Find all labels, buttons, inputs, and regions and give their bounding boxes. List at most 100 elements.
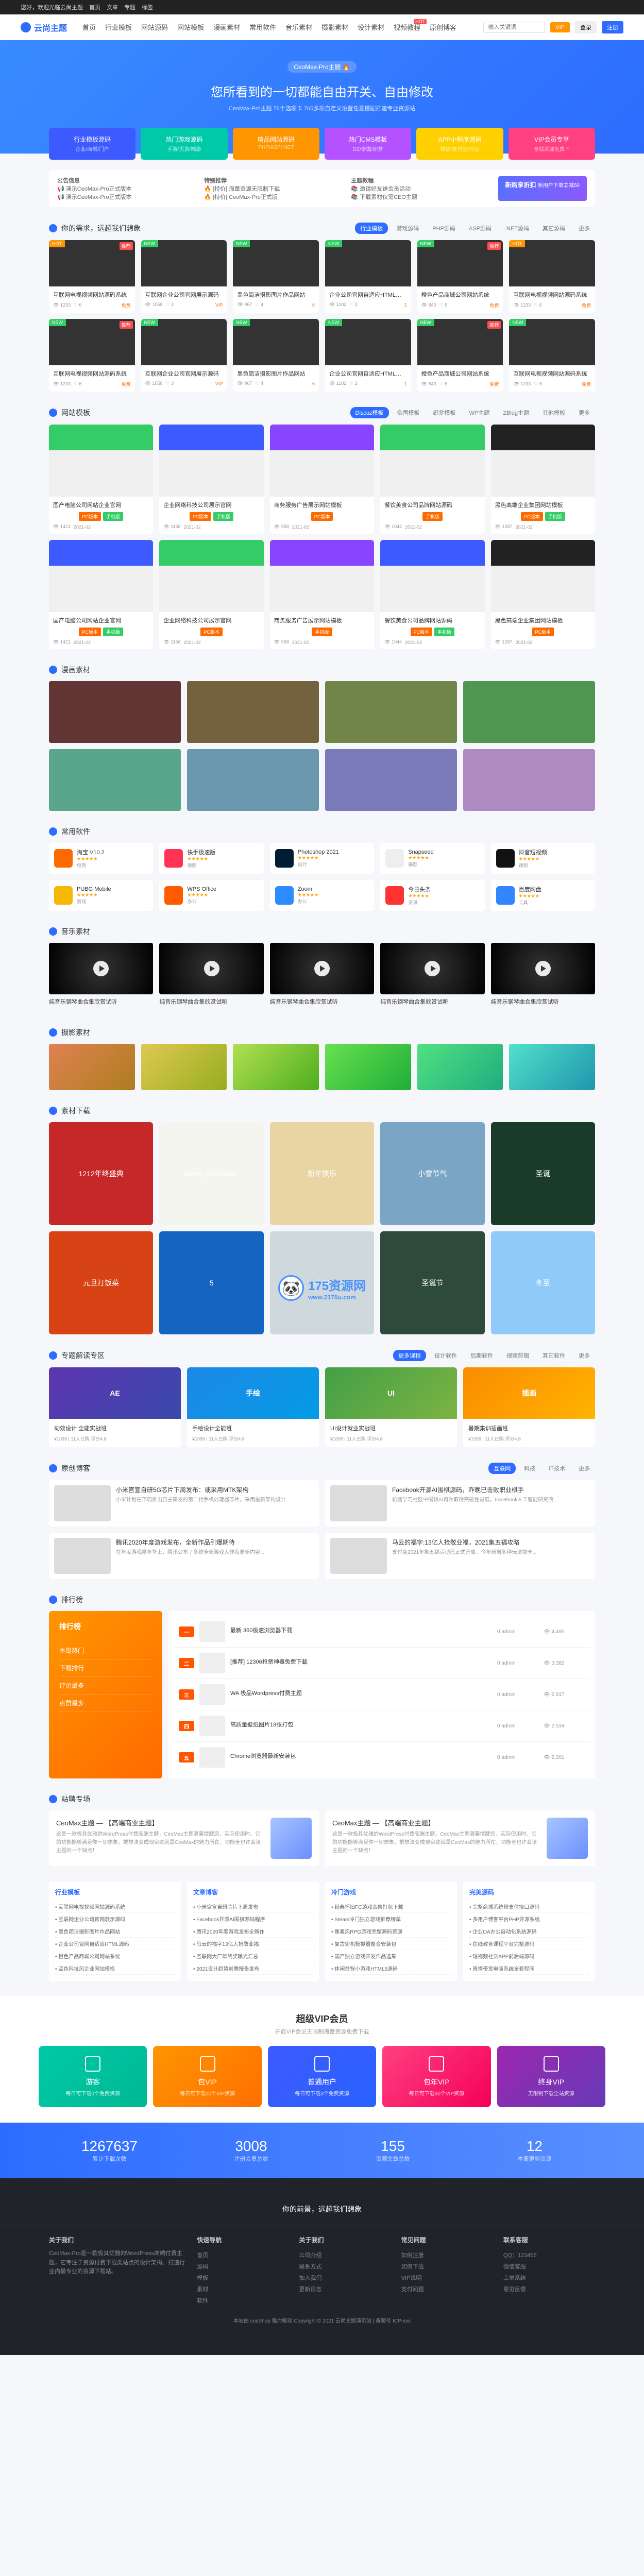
poster-card[interactable]: 元旦打饭菜 — [49, 1231, 153, 1334]
rank-tab[interactable]: 评论最多 — [59, 1677, 152, 1694]
footer-link[interactable]: 工单系统 — [503, 2272, 595, 2283]
footer-link[interactable]: 如何下载 — [401, 2261, 493, 2272]
course-card[interactable]: AE动效设计 全能实战班¥1099 | 11人已购 评分4.8 — [49, 1367, 181, 1447]
footer-link[interactable]: 意见反馈 — [503, 2283, 595, 2295]
link-item[interactable]: • 经典怀旧FC游戏合集打包下载 — [331, 1901, 451, 1913]
nav-item[interactable]: 视频教程HOT — [394, 22, 420, 32]
recommend-card[interactable]: CeoMax主题 — 【高端商业主题】这是一款极其优雅的WordPress付费高… — [325, 1810, 595, 1866]
vip-card[interactable]: 包年VIP每日可下载30个VIP资源 — [382, 2046, 490, 2107]
software-card[interactable]: 百度网盘★★★★★工具 — [491, 880, 595, 911]
template-card[interactable]: 企业网络科技公司展示官网PC版本👁 11562021-02 — [159, 540, 263, 649]
music-card[interactable]: 纯音乐钢琴曲合集欣赏试听 — [49, 943, 153, 1012]
photo-item[interactable] — [233, 1044, 319, 1090]
poster-card[interactable]: 圣诞节 — [380, 1231, 484, 1334]
link-item[interactable]: • 国产独立游戏开发作品选集 — [331, 1950, 451, 1962]
wallpaper-item[interactable] — [325, 681, 457, 743]
play-icon[interactable] — [425, 961, 440, 976]
music-card[interactable]: 纯音乐钢琴曲合集欣赏试听 — [380, 943, 484, 1012]
nav-item[interactable]: 摄影素材 — [321, 22, 348, 32]
play-icon[interactable] — [314, 961, 330, 976]
footer-link[interactable]: 支付问题 — [401, 2283, 493, 2295]
photo-item[interactable] — [141, 1044, 227, 1090]
category-tile[interactable]: 热门游戏源码手游/页游/端游 — [141, 128, 227, 160]
software-card[interactable]: Snapseed★★★★★摄影 — [380, 843, 484, 874]
link-item[interactable]: • 黑色简洁摄影图片作品网站 — [55, 1925, 175, 1938]
wallpaper-item[interactable] — [49, 681, 181, 743]
tab[interactable]: 其它软件 — [537, 1350, 570, 1361]
photo-item[interactable] — [509, 1044, 595, 1090]
play-icon[interactable] — [93, 961, 109, 976]
play-icon[interactable] — [204, 961, 219, 976]
link-item[interactable]: • 休闲益智小游戏HTML5源码 — [331, 1962, 451, 1975]
course-card[interactable]: 插画暑期集训插画班¥1099 | 11人已购 评分4.8 — [463, 1367, 595, 1447]
rank-item[interactable]: 三WA 极品Wordpress付费主题0 admin👁 2,917 — [174, 1679, 590, 1710]
logo[interactable]: 云尚主题 — [21, 21, 67, 33]
template-card[interactable]: 企业网络科技公司展示官网PC版本手机版👁 11562021-02 — [159, 425, 263, 534]
tab[interactable]: 视频剪辑 — [501, 1350, 534, 1361]
tab[interactable]: 更多 — [573, 223, 595, 234]
tab[interactable]: 互联网 — [488, 1463, 516, 1474]
link-item[interactable]: • 2021设计趋势前瞻报告发布 — [193, 1962, 313, 1975]
tab[interactable]: 其他模板 — [537, 407, 570, 418]
nav-item[interactable]: 网站源码 — [141, 22, 168, 32]
tab[interactable]: 帝国模板 — [392, 407, 425, 418]
photo-item[interactable] — [325, 1044, 411, 1090]
footer-link[interactable]: 软件 — [197, 2295, 289, 2306]
footer-link[interactable]: 联系方式 — [299, 2261, 391, 2272]
music-card[interactable]: 纯音乐钢琴曲合集欣赏试听 — [491, 943, 595, 1012]
tab[interactable]: WP主题 — [464, 407, 495, 418]
link-item[interactable]: • 互联网企业公司官网展示源码 — [55, 1913, 175, 1925]
music-card[interactable]: 纯音乐钢琴曲合集欣赏试听 — [270, 943, 374, 1012]
link-item[interactable]: • 在线教育课程平台完整源码 — [469, 1938, 589, 1950]
play-icon[interactable] — [535, 961, 551, 976]
tab[interactable]: IT技术 — [544, 1463, 570, 1474]
category-tile[interactable]: VIP会员专享全站资源免费下 — [509, 128, 595, 160]
software-card[interactable]: WPS Office★★★★★办公 — [159, 880, 263, 911]
rank-item[interactable]: 五Chrome浏览器最新安装包0 admin👁 2,201 — [174, 1742, 590, 1773]
wallpaper-item[interactable] — [463, 749, 595, 811]
resource-card[interactable]: NEW互联网电视视频网站源码系统👁 1233♡ 6免费 — [509, 319, 595, 392]
tab[interactable]: 后期软件 — [465, 1350, 498, 1361]
tab[interactable]: 更多 — [573, 1463, 595, 1474]
template-card[interactable]: 餐饮美食公司品牌网站源码手机版👁 10442021-02 — [380, 425, 484, 534]
category-tile[interactable]: 热门CMS模板DZ/帝国/织梦 — [325, 128, 411, 160]
resource-card[interactable]: NEW推荐橙色产品商城公司网站系统👁 843♡ 5免费 — [417, 319, 503, 392]
template-card[interactable]: 黑色高端企业集团网站模板PC版本手机版👁 12872021-02 — [491, 425, 595, 534]
software-card[interactable]: 快手极速版★★★★★视频 — [159, 843, 263, 874]
tab[interactable]: 更多 — [573, 1350, 595, 1361]
wallpaper-item[interactable] — [463, 681, 595, 743]
category-tile[interactable]: 精品网站源码PHP/ASP/.NET — [233, 128, 319, 160]
footer-link[interactable]: 素材 — [197, 2283, 289, 2295]
tab[interactable]: 其它源码 — [537, 223, 570, 234]
wallpaper-item[interactable] — [187, 681, 319, 743]
link-item[interactable]: • 多用户博客平台PHP开源系统 — [469, 1913, 589, 1925]
link-item[interactable]: • 完整商城系统带支付接口源码 — [469, 1901, 589, 1913]
nav-item[interactable]: 漫画素材 — [213, 22, 240, 32]
footer-link[interactable]: 微信客服 — [503, 2261, 595, 2272]
tab[interactable]: 科技 — [519, 1463, 540, 1474]
rank-item[interactable]: 四高质量壁纸图片18张打包0 admin👁 2,534 — [174, 1710, 590, 1742]
news-item[interactable]: Facebook开源AI围棋源码，昨晚已击败职业棋手机器学习社区中围棋AI再次取… — [325, 1480, 595, 1527]
news-item[interactable]: 腾讯2020年度游戏发布，全新作品引爆期待在年度游戏嘉年华上，腾讯公布了多款全新… — [49, 1533, 319, 1579]
software-card[interactable]: Photoshop 2021★★★★★设计 — [270, 843, 374, 874]
poster-card[interactable]: 冬至 — [491, 1231, 595, 1334]
footer-link[interactable]: QQ：123456 — [503, 2249, 595, 2261]
register-button[interactable]: 注册 — [602, 21, 623, 33]
link-item[interactable]: • 互联网大厂年终奖曝光汇总 — [193, 1950, 313, 1962]
poster-card[interactable]: Merry Christmas — [159, 1122, 263, 1225]
footer-link[interactable]: VIP说明 — [401, 2272, 493, 2283]
link-item[interactable]: • 短视频社交APP前后端源码 — [469, 1950, 589, 1962]
link-item[interactable]: • 直播带货电商系统全套程序 — [469, 1962, 589, 1975]
link-item[interactable]: • 像素风RPG游戏完整源码资源 — [331, 1925, 451, 1938]
link-item[interactable]: • Facebook开源AI围棋源码程序 — [193, 1913, 313, 1925]
rank-tab[interactable]: 点赞最多 — [59, 1694, 152, 1712]
link-item[interactable]: • 马云的福字13亿人抢敬业福 — [193, 1938, 313, 1950]
tab[interactable]: Discuz模板 — [350, 407, 389, 418]
tab[interactable]: ASP源码 — [464, 223, 497, 234]
footer-link[interactable]: 如何注册 — [401, 2249, 493, 2261]
news-item[interactable]: 小米官宣自研5G芯片下周发布：或采用MTK架构小米计划在下周推出自主研发的第二代… — [49, 1480, 319, 1527]
photo-item[interactable] — [49, 1044, 135, 1090]
link-item[interactable]: • 企业OA办公自动化系统源码 — [469, 1925, 589, 1938]
resource-card[interactable]: NEW企业公司官网自适应HTML源码👁 1102♡ 21 — [325, 319, 411, 392]
tab[interactable]: 更多 — [573, 407, 595, 418]
